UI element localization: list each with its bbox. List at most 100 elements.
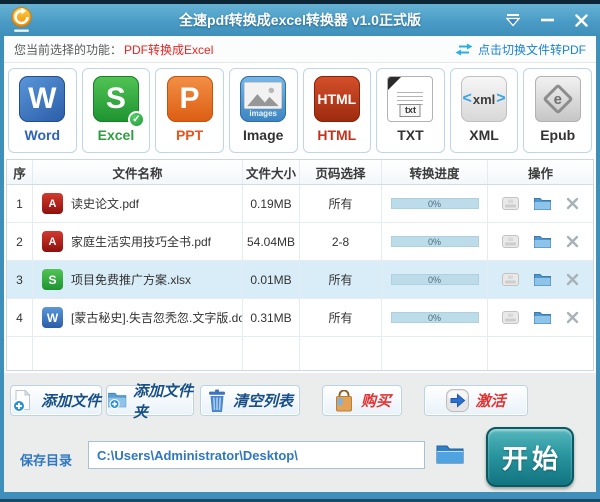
titlebar[interactable]: 全速pdf转换成excel转换器 v1.0正式版 [0,4,600,36]
open-folder-icon[interactable] [534,311,551,324]
open-file-icon[interactable] [502,197,519,210]
format-word[interactable]: W Word [8,68,77,153]
xml-glyph: xml [472,91,496,107]
format-excel-label: Excel [97,127,135,143]
empty-cell [488,337,593,370]
open-folder-icon[interactable] [534,273,551,286]
format-epub-label: Epub [540,127,576,143]
format-ppt[interactable]: P PPT [155,68,224,153]
file-size: 0.19MB [243,185,300,222]
minimize-button[interactable] [538,12,556,28]
format-xml[interactable]: < xml > XML [449,68,519,153]
progress-bar: 0% [390,198,479,209]
save-dir-label: 保存目录 [20,453,73,468]
table-row-empty [7,337,593,370]
progress-bar: 0% [390,236,479,247]
col-filesize: 文件大小 [243,160,300,184]
skin-menu-button[interactable] [504,12,522,28]
window-content: 您当前选择的功能： PDF转换成Excel 点击切换文件转PDF W Word [4,36,596,492]
page-selection[interactable]: 2-8 [300,223,382,260]
clear-list-label: 清空列表 [232,392,293,410]
browse-folder-icon [436,445,464,464]
file-size: 0.01MB [243,261,300,298]
table-row[interactable]: 1 A 读史论文.pdf 0.19MB 所有 0% [7,185,593,223]
row-index: 3 [7,261,33,298]
row-index: 4 [7,299,33,336]
page-selection[interactable]: 所有 [300,185,382,222]
format-html-label: HTML [317,127,357,143]
action-button-row: 添加文件 添加文件夹 清空列表 购买 激活 [4,382,528,421]
progress-bar: 0% [390,312,479,323]
table-row[interactable]: 2 A 家庭生活实用技巧全书.pdf 54.04MB 2-8 0% [7,223,593,261]
word-glyph: W [28,82,57,115]
activate-button[interactable]: 激活 [424,385,528,416]
app-logo-icon [11,7,32,32]
format-html[interactable]: HTML HTML [302,68,372,153]
open-file-icon[interactable] [502,311,519,324]
folded-corner [388,77,403,91]
file-size: 54.04MB [243,223,300,260]
xml-bracket-left: < [462,90,472,107]
ppt-icon: P [166,76,213,122]
format-excel[interactable]: S ✓ Excel [81,68,151,153]
word-icon: W [19,76,66,122]
clear-list-button[interactable]: 清空列表 [200,385,300,416]
pdf-file-icon: A [42,193,63,214]
open-folder-icon[interactable] [534,235,551,248]
col-index: 序 [7,160,33,184]
xml-bracket-right: > [496,90,506,107]
remove-file-icon[interactable] [566,235,579,248]
add-folder-icon [108,392,127,410]
file-name: [蒙古秘史].失吉忽秃忽.文字版.doc [71,311,243,325]
open-folder-icon[interactable] [534,197,551,210]
start-label: 开始 [501,443,562,474]
remove-file-icon[interactable] [566,197,579,210]
format-ppt-label: PPT [175,127,204,143]
save-path-input[interactable] [88,441,425,469]
file-name-cell: W [蒙古秘史].失吉忽秃忽.文字版.doc [33,299,243,336]
table-row[interactable]: 4 W [蒙古秘史].失吉忽秃忽.文字版.doc 0.31MB 所有 0% [7,299,593,337]
function-bar: 您当前选择的功能： PDF转换成Excel 点击切换文件转PDF [4,36,596,63]
switch-mode-label: 点击切换文件转PDF [477,42,586,57]
minimize-icon [540,18,554,22]
remove-file-icon[interactable] [566,311,579,324]
add-folder-button[interactable]: 添加文件夹 [106,382,194,421]
remove-file-icon[interactable] [566,273,579,286]
add-file-button[interactable]: 添加文件 [10,385,102,416]
window-controls [504,4,590,36]
activate-arrow-icon [446,389,470,412]
file-table: 序 文件名称 文件大小 页码选择 转换进度 操作 1 A 读史论文.pdf 0.… [6,159,594,371]
close-button[interactable] [572,12,590,28]
start-button[interactable]: 开始 [486,427,574,487]
excel-icon: S ✓ [92,76,145,128]
format-txt-label: TXT [397,127,424,143]
page-selection[interactable]: 所有 [300,299,382,336]
format-epub[interactable]: e Epub [523,68,592,153]
table-header: 序 文件名称 文件大小 页码选择 转换进度 操作 [7,160,593,185]
empty-cell [382,337,488,370]
epub-glyph: e [553,90,562,108]
trash-icon [208,389,225,412]
buy-button[interactable]: 购买 [322,385,402,416]
table-row-selected[interactable]: 3 S 项目免费推广方案.xlsx 0.01MB 所有 0% [7,261,593,299]
pdf-file-icon: A [42,231,63,252]
format-word-label: Word [24,127,61,143]
app-window: 全速pdf转换成excel转换器 v1.0正式版 您当前选择的功能： PDF转换… [0,0,600,502]
col-filename: 文件名称 [33,160,243,184]
xml-icon: < xml > [461,76,508,122]
file-name-cell: A 读史论文.pdf [33,185,243,222]
empty-cell [7,337,33,370]
format-image[interactable]: images Image [228,68,298,153]
browse-folder-button[interactable] [436,443,464,469]
open-file-icon[interactable] [502,273,519,286]
switch-mode-link[interactable]: 点击切换文件转PDF [455,41,586,58]
activate-label: 激活 [475,392,506,410]
format-txt[interactable]: txt TXT [376,68,445,153]
page-selection[interactable]: 所有 [300,261,382,298]
row-actions [488,223,593,260]
empty-cell [300,337,382,370]
open-file-icon[interactable] [502,235,519,248]
txt-icon: txt [387,76,434,122]
epub-icon: e [534,76,581,122]
selected-check-icon: ✓ [127,111,145,128]
